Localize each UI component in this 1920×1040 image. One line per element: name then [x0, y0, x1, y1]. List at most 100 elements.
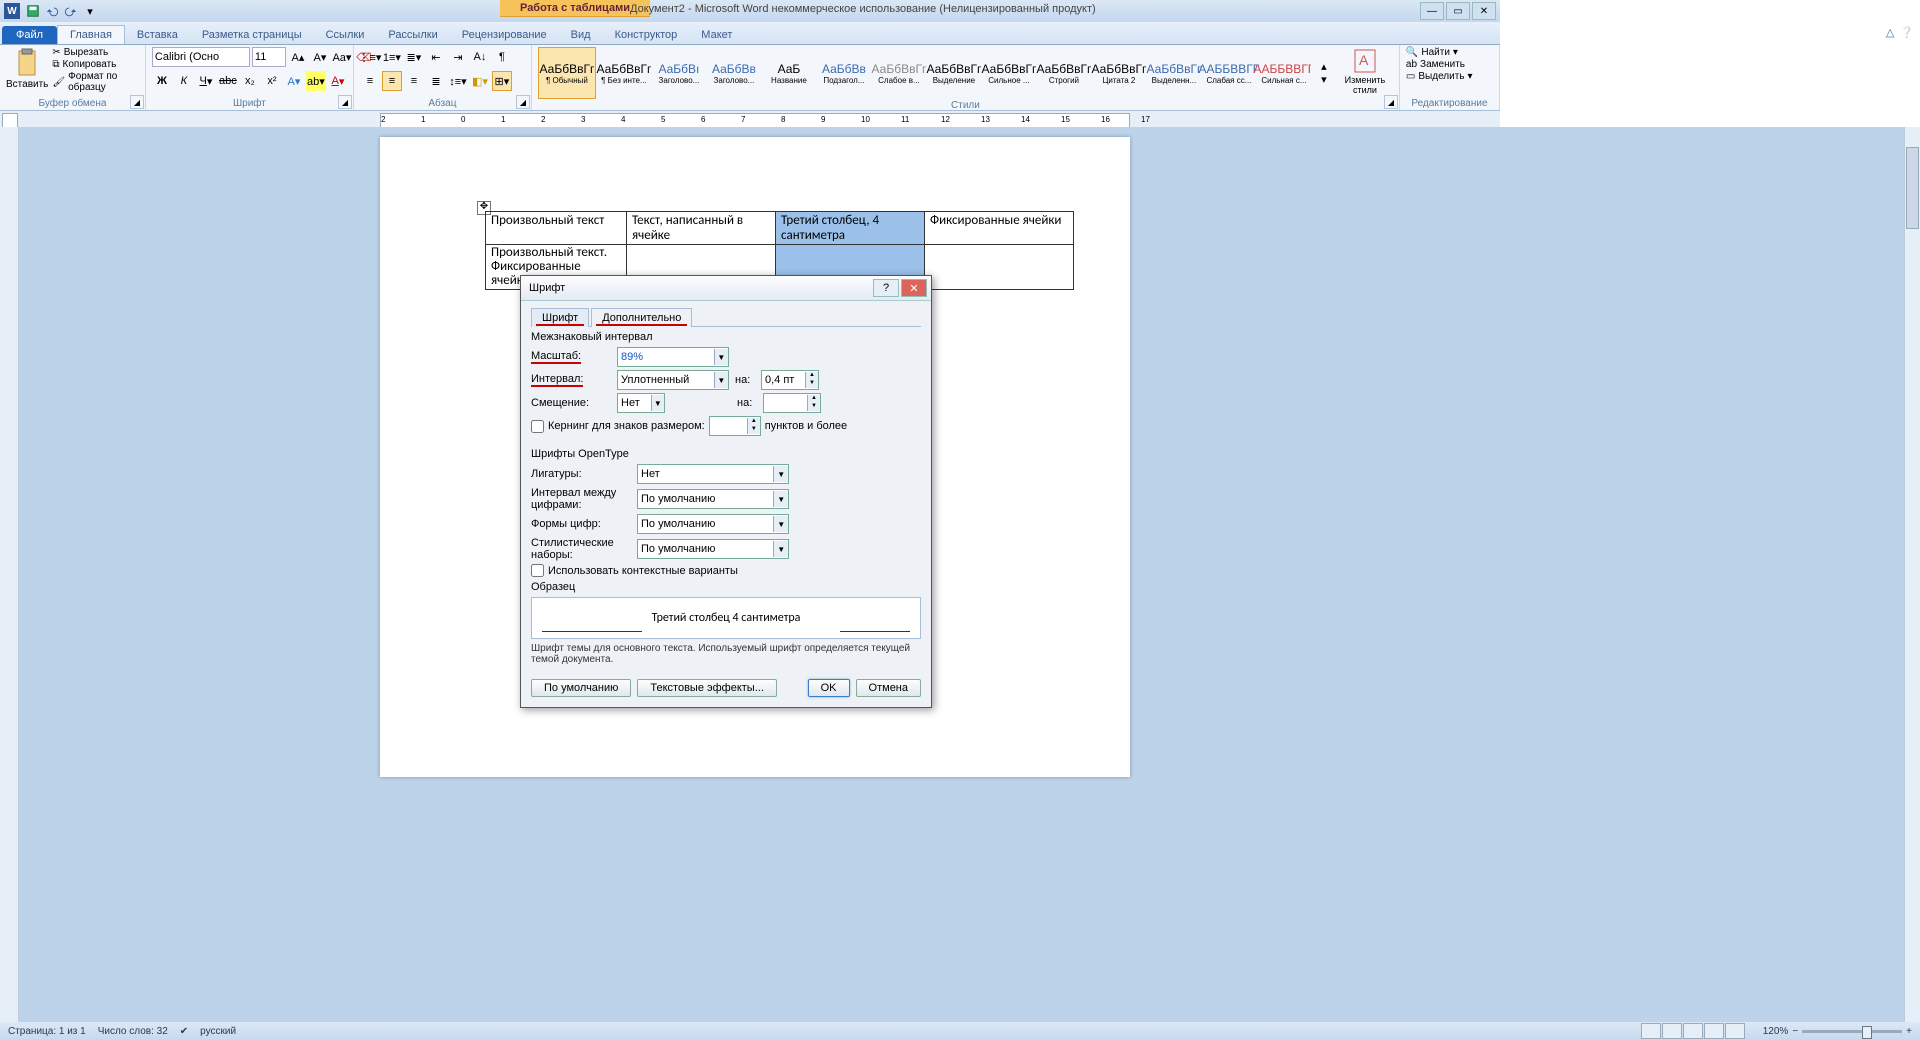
spacing-combo[interactable]: ▼ — [617, 370, 729, 390]
view-fullscreen[interactable] — [1662, 1023, 1682, 1039]
underline-icon[interactable]: Ч▾ — [196, 71, 216, 91]
status-words[interactable]: Число слов: 32 — [98, 1026, 168, 1037]
align-center-icon[interactable]: ≡ — [382, 71, 402, 91]
zoom-value[interactable]: 120% — [1763, 1026, 1789, 1037]
position-input[interactable] — [618, 395, 651, 411]
kerning-input[interactable] — [710, 418, 747, 434]
tab-mailings[interactable]: Рассылки — [376, 26, 449, 44]
tab-layout[interactable]: Макет — [689, 26, 744, 44]
scale-input[interactable] — [618, 349, 714, 365]
select-button[interactable]: ▭Выделить▾ — [1406, 71, 1473, 82]
close-button[interactable]: ✕ — [1472, 2, 1496, 20]
undo-icon[interactable] — [44, 3, 60, 19]
align-left-icon[interactable]: ≡ — [360, 71, 380, 91]
styles-gallery[interactable]: АаБбВвГг¶ ОбычныйАаБбВвГг¶ Без инте...Аа… — [538, 47, 1311, 99]
multilevel-icon[interactable]: ≣▾ — [404, 47, 424, 67]
format-painter-button[interactable]: 🖌Формат по образцу — [52, 71, 139, 93]
tab-insert[interactable]: Вставка — [125, 26, 190, 44]
grow-font-icon[interactable]: A▴ — [288, 47, 308, 67]
ligatures-combo[interactable]: ▼ — [637, 464, 789, 484]
table-cell[interactable]: Фиксированные ячейки — [925, 212, 1074, 245]
styles-more-icon[interactable]: ▴▾ — [1315, 47, 1333, 99]
style-item[interactable]: ААББВВГГСлабая сс... — [1202, 47, 1256, 99]
tab-design[interactable]: Конструктор — [603, 26, 690, 44]
shrink-font-icon[interactable]: A▾ — [310, 47, 330, 67]
chevron-down-icon[interactable]: ▼ — [714, 372, 728, 388]
stylistic-combo[interactable]: ▼ — [637, 539, 789, 559]
zoom-in-icon[interactable]: + — [1906, 1026, 1912, 1037]
dialog-tab-advanced[interactable]: Дополнительно — [591, 308, 692, 327]
spellcheck-icon[interactable]: ✔ — [180, 1026, 188, 1037]
numspacing-combo[interactable]: ▼ — [637, 489, 789, 509]
save-icon[interactable] — [25, 3, 41, 19]
style-item[interactable]: АаБбВвГгВыделение — [927, 47, 981, 99]
table-cell[interactable] — [925, 245, 1074, 290]
table-tools-tab[interactable]: Работа с таблицами — [500, 0, 650, 17]
spacing-input[interactable] — [618, 372, 714, 388]
style-item[interactable]: АаБбВвГгЦитата 2 — [1092, 47, 1146, 99]
scrollbar-thumb[interactable] — [1906, 147, 1919, 229]
qat-customize-icon[interactable]: ▾ — [82, 3, 98, 19]
style-item[interactable]: АаБбВвПодзагол... — [817, 47, 871, 99]
vertical-scrollbar[interactable] — [1904, 127, 1920, 1022]
chevron-down-icon[interactable]: ▼ — [714, 349, 728, 365]
style-item[interactable]: АаБбВıЗаголово... — [652, 47, 706, 99]
indent-right-icon[interactable]: ⇥ — [448, 47, 468, 67]
text-effects-icon[interactable]: A▾ — [284, 71, 304, 91]
spacing-by-spinner[interactable]: ▲▼ — [761, 370, 819, 390]
table-row[interactable]: Произвольный текст Текст, написанный в я… — [486, 212, 1074, 245]
show-marks-icon[interactable]: ¶ — [492, 47, 512, 67]
dialog-tab-font[interactable]: Шрифт — [531, 308, 589, 327]
view-outline[interactable] — [1704, 1023, 1724, 1039]
style-item[interactable]: АаБбВвЗаголово... — [707, 47, 761, 99]
ok-button[interactable]: OK — [808, 679, 850, 697]
dialog-titlebar[interactable]: Шрифт ? ✕ — [521, 276, 931, 301]
scale-combo[interactable]: ▼ — [617, 347, 729, 367]
shading-icon[interactable]: ◧▾ — [470, 71, 490, 91]
contextual-checkbox[interactable] — [531, 564, 544, 577]
subscript-icon[interactable]: x₂ — [240, 71, 260, 91]
strike-icon[interactable]: abc — [218, 71, 238, 91]
chevron-down-icon[interactable]: ▼ — [773, 466, 788, 482]
kerning-spinner[interactable]: ▲▼ — [709, 416, 761, 436]
tab-home[interactable]: Главная — [57, 25, 125, 44]
font-size-input[interactable] — [252, 47, 286, 67]
superscript-icon[interactable]: x² — [262, 71, 282, 91]
default-button[interactable]: По умолчанию — [531, 679, 631, 697]
style-item[interactable]: АаБбВвГг¶ Обычный — [538, 47, 596, 99]
view-web[interactable] — [1683, 1023, 1703, 1039]
table-cell[interactable]: Произвольный текст — [486, 212, 627, 245]
style-item[interactable]: АаБбВвГгВыделенн... — [1147, 47, 1201, 99]
tab-references[interactable]: Ссылки — [314, 26, 377, 44]
spin-down-icon[interactable]: ▼ — [747, 426, 760, 434]
spin-up-icon[interactable]: ▲ — [805, 372, 818, 380]
indent-left-icon[interactable]: ⇤ — [426, 47, 446, 67]
tab-file[interactable]: Файл — [2, 26, 57, 44]
font-name-input[interactable] — [152, 47, 250, 67]
vertical-ruler[interactable] — [0, 127, 19, 1022]
chevron-down-icon[interactable]: ▼ — [773, 516, 788, 532]
numbering-icon[interactable]: 1≡▾ — [382, 47, 402, 67]
change-styles-button[interactable]: A Изменить стили — [1337, 47, 1393, 99]
style-item[interactable]: АаБбВвГгСильное ... — [982, 47, 1036, 99]
chevron-down-icon[interactable]: ▼ — [773, 541, 788, 557]
position-combo[interactable]: ▼ — [617, 393, 665, 413]
style-item[interactable]: ААББВВГГСильная с... — [1257, 47, 1311, 99]
text-effects-button[interactable]: Текстовые эффекты... — [637, 679, 777, 697]
tab-pagelayout[interactable]: Разметка страницы — [190, 26, 314, 44]
spacing-by-input[interactable] — [762, 372, 805, 388]
style-item[interactable]: АаБНазвание — [762, 47, 816, 99]
view-print-layout[interactable] — [1641, 1023, 1661, 1039]
borders-icon[interactable]: ⊞▾ — [492, 71, 512, 91]
align-right-icon[interactable]: ≡ — [404, 71, 424, 91]
chevron-down-icon[interactable]: ▼ — [773, 491, 788, 507]
spin-down-icon[interactable]: ▼ — [807, 403, 820, 411]
style-item[interactable]: АаБбВвГг¶ Без инте... — [597, 47, 651, 99]
chevron-down-icon[interactable]: ▼ — [651, 395, 664, 411]
spin-up-icon[interactable]: ▲ — [747, 418, 760, 426]
redo-icon[interactable] — [63, 3, 79, 19]
font-color-icon[interactable]: A▾ — [328, 71, 348, 91]
numforms-combo[interactable]: ▼ — [637, 514, 789, 534]
minimize-ribbon-icon[interactable]: △ — [1886, 26, 1894, 39]
cut-button[interactable]: ✂Вырезать — [52, 47, 139, 58]
